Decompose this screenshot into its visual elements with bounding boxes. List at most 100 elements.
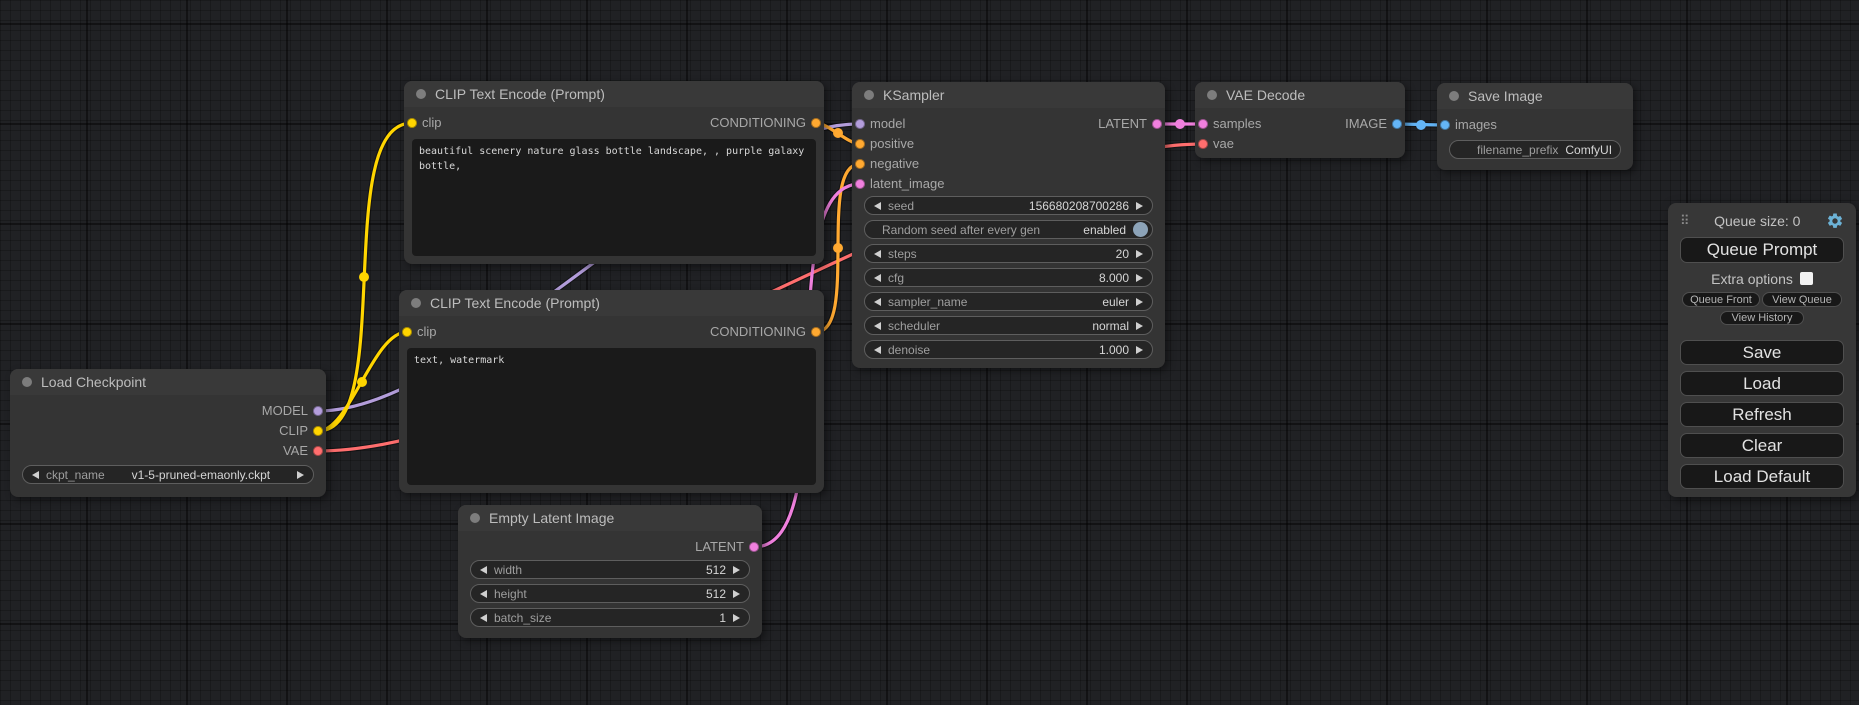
link-midpoint-dot[interactable] [1416, 120, 1426, 130]
increment-arrow-icon[interactable] [1136, 274, 1143, 282]
node-titlebar[interactable]: CLIP Text Encode (Prompt) [399, 290, 824, 316]
seed-widget[interactable]: seed 156680208700286 [864, 196, 1153, 215]
node-clip-text-encode-negative[interactable]: CLIP Text Encode (Prompt) clip CONDITION… [399, 290, 824, 493]
decrement-arrow-icon[interactable] [874, 346, 881, 354]
port-conditioning-output-dot[interactable] [811, 118, 821, 128]
increment-arrow-icon[interactable] [297, 471, 304, 479]
clear-button[interactable]: Clear [1680, 433, 1844, 458]
widget-label: seed [888, 199, 914, 213]
collapse-dot-icon[interactable] [864, 90, 874, 100]
batch-size-widget[interactable]: batch_size 1 [470, 608, 750, 627]
decrement-arrow-icon[interactable] [874, 274, 881, 282]
node-titlebar[interactable]: Save Image [1437, 83, 1633, 109]
node-empty-latent-image[interactable]: Empty Latent Image LATENT width 512 heig… [458, 505, 762, 638]
queue-prompt-button[interactable]: Queue Prompt [1680, 237, 1844, 263]
collapse-dot-icon[interactable] [411, 298, 421, 308]
collapse-dot-icon[interactable] [22, 377, 32, 387]
increment-arrow-icon[interactable] [1136, 346, 1143, 354]
decrement-arrow-icon[interactable] [874, 298, 881, 306]
link-midpoint-dot[interactable] [357, 377, 367, 387]
node-clip-text-encode-positive[interactable]: CLIP Text Encode (Prompt) clip CONDITION… [404, 81, 824, 264]
increment-arrow-icon[interactable] [1136, 322, 1143, 330]
node-titlebar[interactable]: Load Checkpoint [10, 369, 326, 395]
node-load-checkpoint[interactable]: Load Checkpoint MODEL CLIP VAE ckpt_name… [10, 369, 326, 497]
port-negative-input-dot[interactable] [855, 159, 865, 169]
load-button[interactable]: Load [1680, 371, 1844, 396]
save-button[interactable]: Save [1680, 340, 1844, 365]
increment-arrow-icon[interactable] [1136, 250, 1143, 258]
height-widget[interactable]: height 512 [470, 584, 750, 603]
node-ksampler[interactable]: KSampler model LATENT positive negative … [852, 82, 1165, 368]
filename-prefix-widget[interactable]: filename_prefix ComfyUI [1449, 140, 1621, 159]
graph-canvas[interactable]: { "nodes": { "load_checkpoint": { "title… [0, 0, 1859, 705]
ckpt-name-widget[interactable]: ckpt_name v1-5-pruned-emaonly.ckpt [22, 465, 314, 484]
random-seed-widget[interactable]: Random seed after every gen enabled [864, 220, 1153, 239]
denoise-widget[interactable]: denoise 1.000 [864, 340, 1153, 359]
decrement-arrow-icon[interactable] [480, 590, 487, 598]
load-label: Load [1743, 374, 1781, 394]
port-clip-output-dot[interactable] [313, 426, 323, 436]
positive-prompt-textarea[interactable]: beautiful scenery nature glass bottle la… [412, 139, 816, 256]
decrement-arrow-icon[interactable] [480, 614, 487, 622]
node-titlebar[interactable]: KSampler [852, 82, 1165, 108]
port-vae-input-dot[interactable] [1198, 139, 1208, 149]
increment-arrow-icon[interactable] [733, 614, 740, 622]
refresh-button[interactable]: Refresh [1680, 402, 1844, 427]
decrement-arrow-icon[interactable] [480, 566, 487, 574]
drag-handle-icon[interactable]: ⠿ [1680, 213, 1689, 229]
link-midpoint-dot[interactable] [833, 128, 843, 138]
port-clip-input-dot[interactable] [402, 327, 412, 337]
port-latent-output-dot[interactable] [1152, 119, 1162, 129]
decrement-arrow-icon[interactable] [874, 322, 881, 330]
decrement-arrow-icon[interactable] [874, 250, 881, 258]
toggle-on-icon[interactable] [1133, 222, 1148, 237]
node-titlebar[interactable]: Empty Latent Image [458, 505, 762, 531]
extra-options-checkbox[interactable] [1800, 272, 1813, 285]
link-midpoint-dot[interactable] [359, 272, 369, 282]
node-save-image[interactable]: Save Image images filename_prefix ComfyU… [1437, 83, 1633, 170]
widget-label: cfg [888, 271, 904, 285]
view-queue-button[interactable]: View Queue [1762, 292, 1842, 307]
port-positive-input-dot[interactable] [855, 139, 865, 149]
load-default-button[interactable]: Load Default [1680, 464, 1844, 489]
port-latent-image-input-dot[interactable] [855, 179, 865, 189]
width-widget[interactable]: width 512 [470, 560, 750, 579]
increment-arrow-icon[interactable] [733, 590, 740, 598]
increment-arrow-icon[interactable] [1136, 202, 1143, 210]
decrement-arrow-icon[interactable] [874, 202, 881, 210]
port-latent-output-dot[interactable] [749, 542, 759, 552]
queue-front-button[interactable]: Queue Front [1682, 292, 1760, 307]
collapse-dot-icon[interactable] [416, 89, 426, 99]
port-image-output-dot[interactable] [1392, 119, 1402, 129]
port-samples-input-dot[interactable] [1198, 119, 1208, 129]
output-latent: LATENT [1098, 114, 1165, 134]
decrement-arrow-icon[interactable] [32, 471, 39, 479]
increment-arrow-icon[interactable] [733, 566, 740, 574]
widget-label: Random seed after every gen [874, 223, 1040, 237]
collapse-dot-icon[interactable] [470, 513, 480, 523]
gear-icon[interactable] [1826, 212, 1844, 230]
view-history-button[interactable]: View History [1720, 311, 1804, 325]
node-titlebar[interactable]: VAE Decode [1195, 82, 1405, 108]
cfg-widget[interactable]: cfg 8.000 [864, 268, 1153, 287]
collapse-dot-icon[interactable] [1449, 91, 1459, 101]
port-vae-output-dot[interactable] [313, 446, 323, 456]
port-model-output-dot[interactable] [313, 406, 323, 416]
widget-label: filename_prefix [1459, 143, 1558, 157]
link-midpoint-dot[interactable] [1175, 119, 1185, 129]
node-titlebar[interactable]: CLIP Text Encode (Prompt) [404, 81, 824, 107]
port-conditioning-output-dot[interactable] [811, 327, 821, 337]
port-images-input-dot[interactable] [1440, 120, 1450, 130]
port-clip-input-dot[interactable] [407, 118, 417, 128]
node-vae-decode[interactable]: VAE Decode samples IMAGE vae [1195, 82, 1405, 158]
node-title: CLIP Text Encode (Prompt) [430, 295, 600, 311]
link-midpoint-dot[interactable] [833, 243, 843, 253]
negative-prompt-textarea[interactable]: text, watermark [407, 348, 816, 485]
scheduler-widget[interactable]: scheduler normal [864, 316, 1153, 335]
port-model-input-dot[interactable] [855, 119, 865, 129]
increment-arrow-icon[interactable] [1136, 298, 1143, 306]
sampler-name-widget[interactable]: sampler_name euler [864, 292, 1153, 311]
collapse-dot-icon[interactable] [1207, 90, 1217, 100]
steps-widget[interactable]: steps 20 [864, 244, 1153, 263]
queue-menu-panel[interactable]: ⠿ Queue size: 0 Queue Prompt Extra optio… [1668, 203, 1856, 497]
